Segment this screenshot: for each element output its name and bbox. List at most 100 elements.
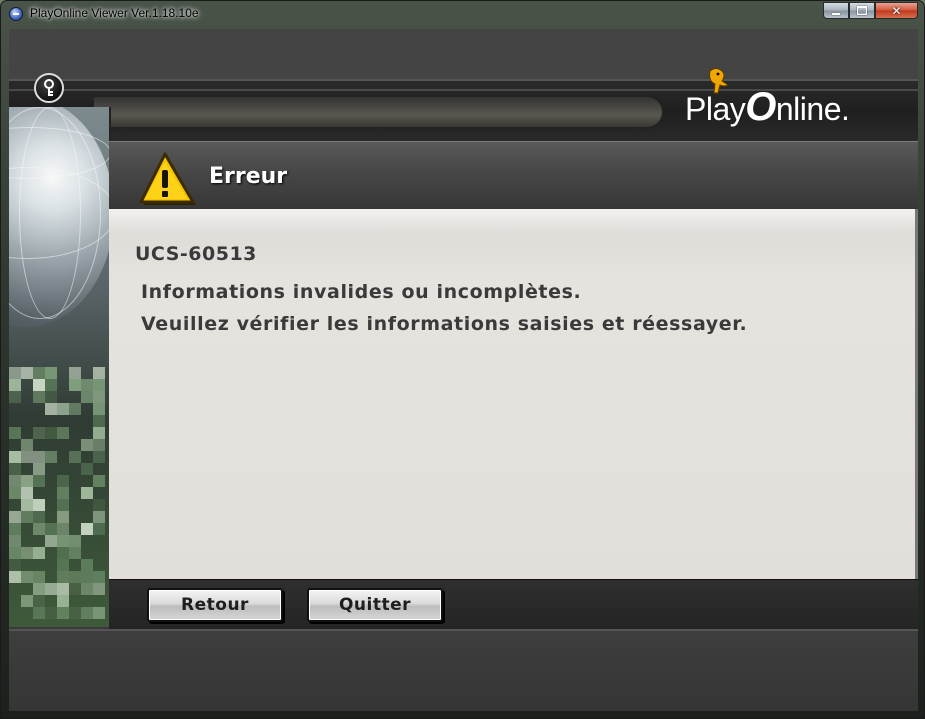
mosaic-tile xyxy=(57,571,69,583)
playonline-logo: PlayOnline. xyxy=(681,65,911,135)
mosaic-tile xyxy=(9,559,21,571)
title-bar[interactable]: PlayOnline Viewer Ver.1.18.10e ✕ xyxy=(1,1,924,27)
mosaic-tile xyxy=(69,583,81,595)
mosaic-tile xyxy=(9,535,21,547)
app-icon[interactable] xyxy=(9,7,23,21)
mosaic-tile xyxy=(81,463,93,475)
mosaic-tile xyxy=(45,583,57,595)
caption-buttons: ✕ xyxy=(823,2,918,20)
mosaic-tile xyxy=(21,571,33,583)
mosaic-tile xyxy=(21,475,33,487)
mosaic-tile xyxy=(69,571,81,583)
pixel-mosaic xyxy=(9,367,109,627)
mosaic-tile xyxy=(45,427,57,439)
mosaic-tile xyxy=(21,451,33,463)
minimize-button[interactable] xyxy=(823,2,849,19)
mosaic-tile xyxy=(93,403,105,415)
mosaic-tile xyxy=(9,571,21,583)
warning-triangle-icon xyxy=(139,152,196,205)
mosaic-tile xyxy=(57,607,69,619)
mosaic-tile xyxy=(69,367,81,379)
mosaic-tile xyxy=(33,391,45,403)
mosaic-tile xyxy=(69,451,81,463)
mosaic-tile xyxy=(33,451,45,463)
close-button[interactable]: ✕ xyxy=(875,2,918,19)
close-icon: ✕ xyxy=(891,3,902,18)
mosaic-tile xyxy=(33,475,45,487)
mosaic-tile xyxy=(33,427,45,439)
mosaic-tile xyxy=(45,379,57,391)
mosaic-tile xyxy=(93,379,105,391)
mosaic-tile xyxy=(93,607,105,619)
mosaic-tile xyxy=(33,379,45,391)
mosaic-tile xyxy=(93,415,105,427)
header-track-bar xyxy=(94,95,664,129)
mosaic-tile xyxy=(33,523,45,535)
mosaic-tile xyxy=(69,607,81,619)
mosaic-tile xyxy=(9,367,21,379)
quit-button[interactable]: Quitter xyxy=(307,588,443,622)
mosaic-tile xyxy=(9,547,21,559)
mosaic-tile xyxy=(81,391,93,403)
mosaic-tile xyxy=(21,367,33,379)
mosaic-tile xyxy=(33,571,45,583)
logo-o-text: O xyxy=(745,85,776,129)
mosaic-tile xyxy=(93,427,105,439)
mosaic-tile xyxy=(93,367,105,379)
mosaic-tile xyxy=(69,379,81,391)
mosaic-tile xyxy=(21,547,33,559)
mosaic-tile xyxy=(57,499,69,511)
bottom-area xyxy=(9,629,918,711)
mosaic-tile xyxy=(45,451,57,463)
globe-graphic xyxy=(9,107,109,327)
mosaic-tile xyxy=(9,427,21,439)
mosaic-tile xyxy=(81,571,93,583)
mosaic-tile xyxy=(33,595,45,607)
mosaic-tile xyxy=(81,439,93,451)
button-bar: Retour Quitter xyxy=(109,579,918,630)
mosaic-tile xyxy=(33,463,45,475)
mosaic-tile xyxy=(69,535,81,547)
mosaic-tile xyxy=(93,391,105,403)
panel-title: Erreur xyxy=(209,164,288,189)
mosaic-tile xyxy=(33,367,45,379)
mosaic-tile xyxy=(33,607,45,619)
maximize-button[interactable] xyxy=(849,2,875,19)
mosaic-tile xyxy=(81,487,93,499)
back-button[interactable]: Retour xyxy=(147,588,283,622)
mosaic-tile xyxy=(93,451,105,463)
mosaic-tile xyxy=(45,607,57,619)
window-title: PlayOnline Viewer Ver.1.18.10e xyxy=(30,6,199,20)
mosaic-tile xyxy=(93,499,105,511)
mosaic-tile xyxy=(9,523,21,535)
mosaic-tile xyxy=(93,475,105,487)
mosaic-tile xyxy=(21,499,33,511)
mosaic-tile xyxy=(57,535,69,547)
error-message-line-1: Informations invalides ou incomplètes. xyxy=(141,281,582,303)
mosaic-tile xyxy=(57,559,69,571)
mosaic-tile xyxy=(93,571,105,583)
mosaic-tile xyxy=(57,523,69,535)
application-window: PlayOnline Viewer Ver.1.18.10e ✕ PlayOnl… xyxy=(0,0,925,719)
mosaic-tile xyxy=(81,379,93,391)
decorative-side-art xyxy=(9,107,111,627)
mosaic-tile xyxy=(57,583,69,595)
mosaic-tile xyxy=(45,403,57,415)
mosaic-tile xyxy=(93,583,105,595)
mosaic-tile xyxy=(81,523,93,535)
mosaic-tile xyxy=(57,595,69,607)
mosaic-tile xyxy=(33,499,45,511)
mosaic-tile xyxy=(9,391,21,403)
error-code: UCS-60513 xyxy=(135,243,257,265)
mosaic-tile xyxy=(45,523,57,535)
mosaic-tile xyxy=(69,403,81,415)
mosaic-tile xyxy=(57,475,69,487)
logo-wordmark: PlayOnline. xyxy=(685,85,850,130)
error-message-line-2: Veuillez vérifier les informations saisi… xyxy=(141,313,748,335)
key-icon[interactable] xyxy=(34,73,64,103)
mosaic-tile xyxy=(57,427,69,439)
logo-online-text: nline. xyxy=(775,91,850,127)
mosaic-tile xyxy=(9,475,21,487)
mosaic-tile xyxy=(9,511,21,523)
mosaic-tile xyxy=(81,559,93,571)
